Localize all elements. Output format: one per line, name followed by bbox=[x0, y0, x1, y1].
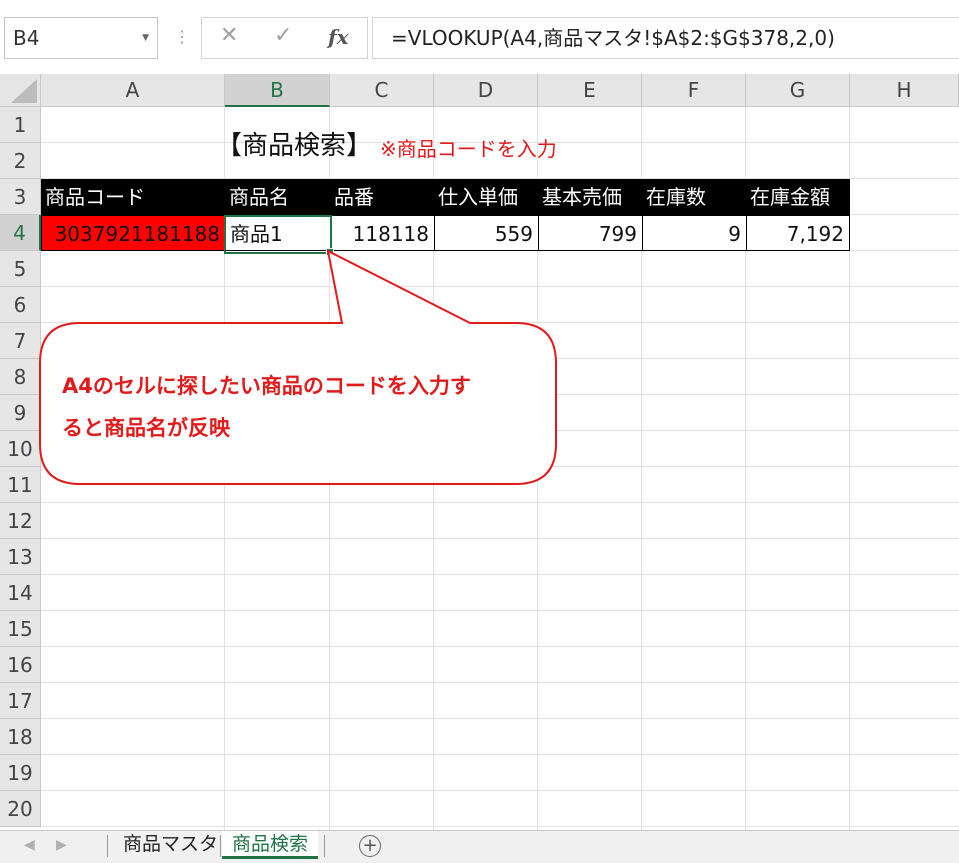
tab-product-master[interactable]: 商品マスタ bbox=[113, 831, 228, 859]
cancel-icon[interactable]: ✕ bbox=[220, 23, 238, 48]
scroll-tabs-right-icon[interactable]: ▶ bbox=[56, 837, 67, 853]
name-box[interactable]: B4 ▼ bbox=[4, 17, 158, 59]
name-box-dropdown-icon[interactable]: ▼ bbox=[142, 18, 149, 58]
formula-buttons: ✕ ✓ fx bbox=[201, 17, 368, 59]
scroll-tabs-left-icon[interactable]: ◀ bbox=[24, 837, 35, 853]
callout-shape[interactable] bbox=[0, 74, 959, 830]
tab-divider bbox=[107, 835, 108, 857]
tab-divider bbox=[324, 835, 325, 857]
add-sheet-button[interactable]: + bbox=[359, 835, 381, 857]
insert-function-button[interactable]: fx bbox=[328, 25, 349, 49]
formula-bar-grip-icon: ⋮ bbox=[174, 27, 190, 46]
callout-line-2: ると商品名が反映 bbox=[62, 416, 230, 440]
worksheet-grid[interactable]: A B C D E F G H 1 2 3 4 5 6 7 8 9 10 11 … bbox=[0, 74, 959, 830]
tab-product-search[interactable]: 商品検索 bbox=[222, 831, 319, 859]
name-box-value: B4 bbox=[13, 26, 40, 50]
formula-bar-area: B4 ▼ ⋮ ✕ ✓ fx =VLOOKUP(A4,商品マスタ!$A$2:$G$… bbox=[0, 0, 959, 74]
enter-icon[interactable]: ✓ bbox=[274, 23, 292, 48]
tab-divider bbox=[220, 835, 221, 857]
callout-text: A4のセルに探したい商品のコードを入力す ると商品名が反映 bbox=[62, 365, 532, 449]
callout-line-1: A4のセルに探したい商品のコードを入力す bbox=[62, 374, 471, 398]
sheet-tab-bar: ◀ ▶ 商品マスタ 商品検索 + bbox=[0, 830, 959, 863]
formula-input[interactable]: =VLOOKUP(A4,商品マスタ!$A$2:$G$378,2,0) bbox=[372, 17, 959, 59]
